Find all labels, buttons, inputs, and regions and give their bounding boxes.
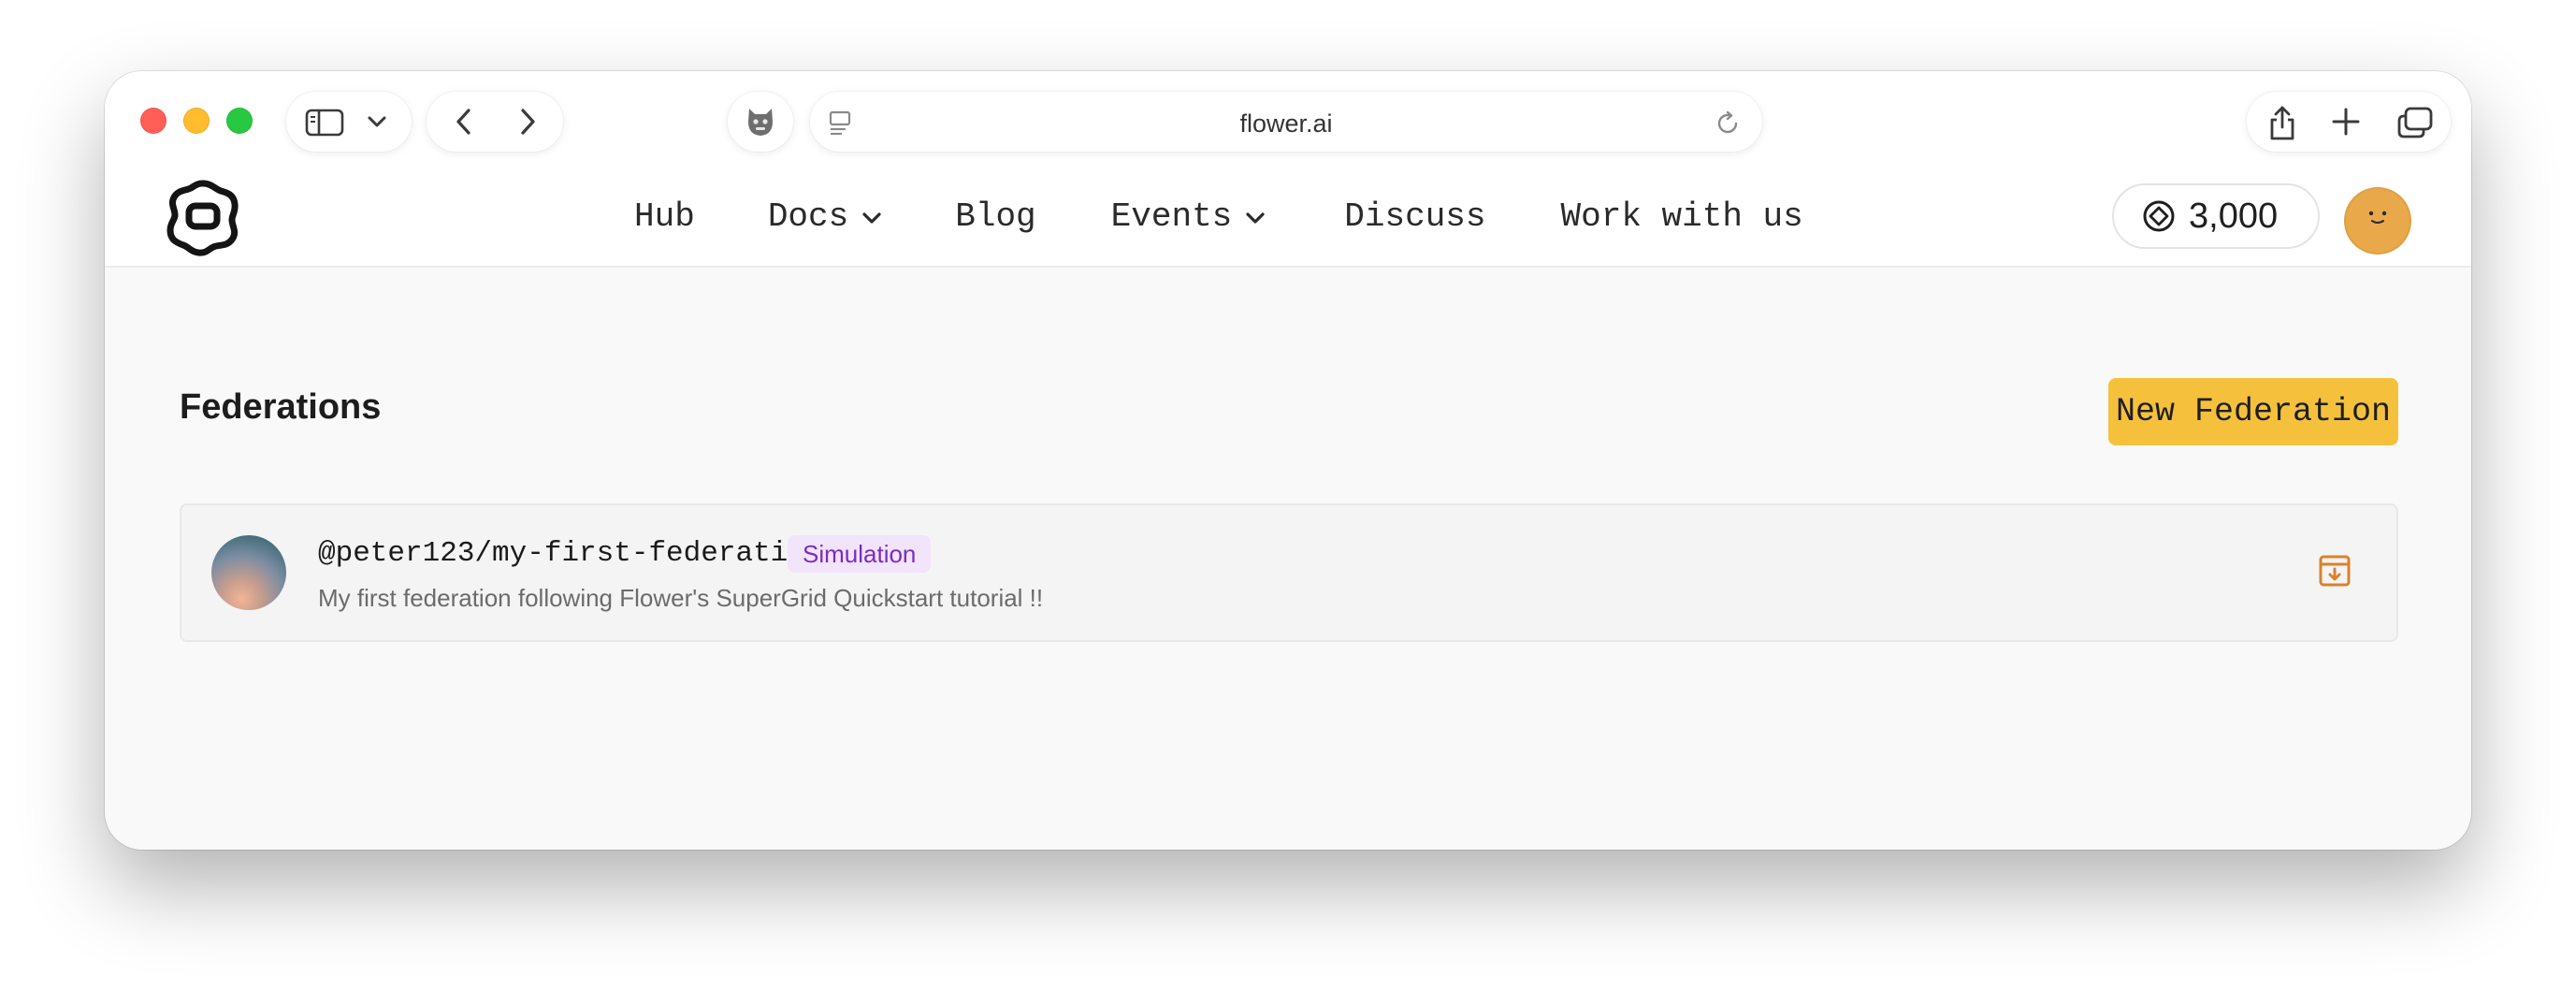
page-title: Federations	[180, 387, 382, 427]
smiley-icon	[2368, 211, 2387, 224]
credits-balance[interactable]: 3,000	[2112, 183, 2320, 249]
credits-value: 3,000	[2189, 196, 2279, 236]
sidebar-icon[interactable]	[305, 109, 344, 137]
federation-description: My first federation following Flower's S…	[318, 584, 1044, 612]
chevron-left-icon[interactable]	[453, 108, 475, 136]
url-text: flower.ai	[1239, 109, 1333, 138]
flower-logo[interactable]	[163, 176, 243, 256]
browser-toolbar: flower.ai	[105, 71, 2471, 167]
site-header: Hub Docs Blog Events Discuss Work with u…	[105, 167, 2471, 268]
nav-discuss-label: Discuss	[1344, 197, 1486, 236]
nav-discuss[interactable]: Discuss	[1344, 197, 1485, 236]
nav-hub[interactable]: Hub	[634, 197, 695, 236]
chevron-right-icon[interactable]	[516, 108, 539, 136]
plus-icon[interactable]	[2331, 107, 2361, 137]
nav-hub-label: Hub	[634, 197, 695, 236]
browser-window: flower.ai Hub Docs Blog Events Discuss W…	[105, 71, 2471, 850]
federation-avatar	[211, 535, 286, 610]
tabs-overview-icon[interactable]	[2396, 106, 2434, 139]
nav-work-with-us-label: Work with us	[1560, 197, 1803, 236]
sidebar-toggle-group	[286, 92, 412, 152]
archive-icon[interactable]	[2318, 554, 2352, 588]
chevron-down-icon[interactable]	[367, 114, 387, 129]
federation-card[interactable]: @peter123/my-first-federation Simulation…	[180, 503, 2398, 642]
share-icon[interactable]	[2265, 103, 2299, 142]
federation-name[interactable]: @peter123/my-first-federation	[318, 537, 823, 570]
nav-blog[interactable]: Blog	[955, 197, 1035, 236]
credit-icon	[2143, 200, 2175, 232]
main-nav: Hub Docs Blog Events Discuss Work with u…	[634, 197, 1803, 236]
minimize-window-button[interactable]	[183, 108, 210, 134]
nav-docs-label: Docs	[767, 197, 849, 236]
extension-icon	[748, 109, 773, 136]
nav-events-label: Events	[1110, 197, 1233, 236]
reload-icon[interactable]	[1714, 109, 1742, 138]
chevron-down-icon	[1246, 211, 1265, 224]
federation-type-badge: Simulation	[788, 535, 932, 573]
close-window-button[interactable]	[140, 108, 166, 134]
chevron-down-icon	[862, 211, 881, 224]
nav-docs[interactable]: Docs	[768, 197, 882, 236]
new-federation-button[interactable]: New Federation	[2108, 378, 2398, 445]
window-actions-group	[2247, 92, 2451, 152]
nav-events[interactable]: Events	[1111, 197, 1266, 236]
history-nav-group	[427, 92, 563, 152]
nav-blog-label: Blog	[955, 197, 1036, 236]
user-avatar[interactable]	[2344, 187, 2411, 255]
extension-button[interactable]	[728, 92, 793, 152]
address-bar[interactable]: flower.ai	[810, 92, 1762, 152]
nav-work-with-us[interactable]: Work with us	[1561, 197, 1803, 236]
zoom-window-button[interactable]	[226, 108, 253, 134]
